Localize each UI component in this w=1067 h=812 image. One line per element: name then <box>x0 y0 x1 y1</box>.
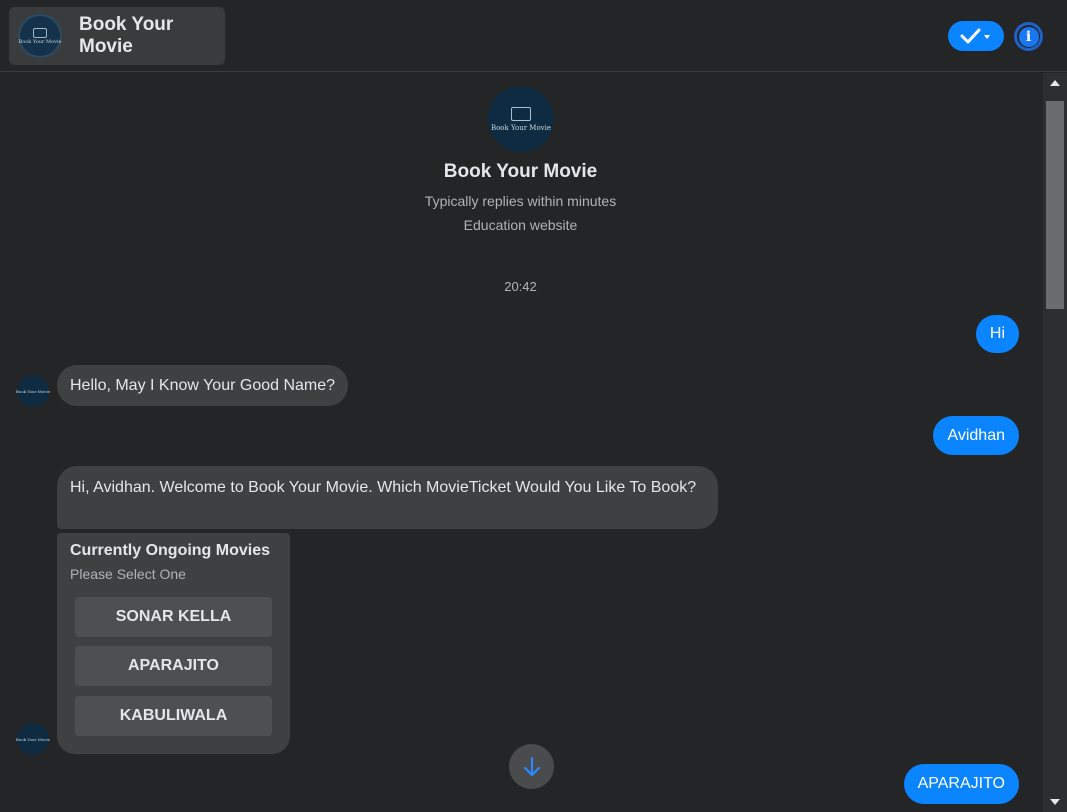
message-user[interactable]: Hi <box>975 315 1019 353</box>
brand-logo: Book Your Movie <box>18 14 62 58</box>
card-title: Currently Ongoing Movies <box>70 542 271 559</box>
bot-avatar-text: Book Your Movie <box>15 388 51 394</box>
movie-option-button[interactable]: KABULIWALA <box>75 696 272 736</box>
info-button[interactable]: i <box>1014 22 1043 51</box>
scroll-to-bottom-button[interactable] <box>509 744 554 789</box>
bot-avatar-text: Book Your Movie <box>15 736 51 742</box>
profile-replies: Typically replies within minutes <box>424 193 617 209</box>
movie-option-button[interactable]: SONAR KELLA <box>75 597 272 637</box>
page-title-button[interactable]: Book Your Movie Book Your Movie <box>9 7 225 65</box>
message-bot[interactable]: Hello, May I Know Your Good Name? <box>57 365 349 406</box>
camera-icon <box>511 106 531 121</box>
bot-avatar: Book Your Movie <box>15 723 51 755</box>
info-icon: i <box>1018 26 1039 47</box>
profile-name: Book Your Movie <box>443 161 598 182</box>
message-bot[interactable]: Hi, Avidhan. Welcome to Book Your Movie.… <box>57 466 718 529</box>
scrollbar[interactable] <box>1043 73 1067 812</box>
camera-icon <box>33 27 47 38</box>
check-icon <box>960 28 990 44</box>
profile-logo-text: Book Your Movie <box>490 123 552 132</box>
scroll-up-arrow-icon[interactable] <box>1043 73 1067 93</box>
page-title: Book Your Movie <box>79 14 174 57</box>
header-bar: Book Your Movie Book Your Movie i <box>0 0 1067 72</box>
movie-option-button[interactable]: APARAJITO <box>75 646 272 686</box>
bot-avatar: Book Your Movie <box>15 375 51 407</box>
profile-logo: Book Your Movie <box>488 86 554 152</box>
movie-selection-card: Currently Ongoing Movies Please Select O… <box>57 533 290 754</box>
brand-logo-text: Book Your Movie <box>18 38 62 45</box>
scroll-down-arrow-icon[interactable] <box>1043 792 1067 812</box>
chat-area: Book Your Movie Book Your Movie Typicall… <box>0 73 1041 812</box>
message-user[interactable]: Avidhan <box>933 416 1019 455</box>
arrow-down-icon <box>523 756 540 776</box>
profile-category: Education website <box>463 217 578 233</box>
card-subtitle: Please Select One <box>70 566 186 582</box>
scrollbar-thumb[interactable] <box>1046 101 1064 309</box>
message-user[interactable]: APARAJITO <box>903 764 1019 804</box>
timestamp: 20:42 <box>504 279 537 294</box>
status-button[interactable] <box>948 21 1004 51</box>
